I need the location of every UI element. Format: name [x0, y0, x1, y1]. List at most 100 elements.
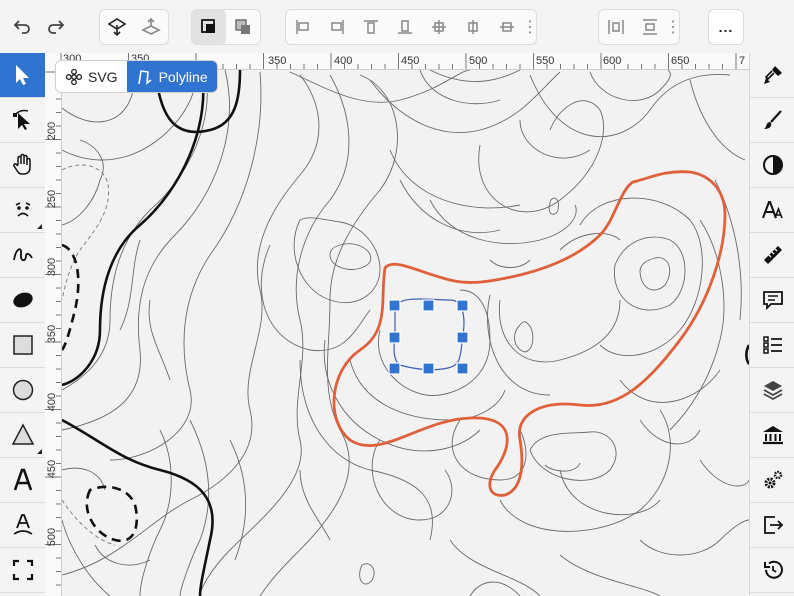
more-options-button[interactable]: ... — [708, 9, 744, 45]
export-button[interactable] — [750, 503, 794, 548]
align-center-button[interactable] — [422, 10, 456, 44]
ruler-tick-label: 400 — [334, 55, 353, 67]
stroke-tool-button[interactable] — [750, 98, 794, 143]
export-icon — [763, 516, 783, 534]
align-left-button[interactable] — [286, 10, 320, 44]
ruler-tick-label: 450 — [46, 459, 58, 479]
ruler-tick-label: 200 — [46, 121, 58, 141]
layers-button[interactable] — [750, 368, 794, 413]
ungroup-objects-button[interactable] — [226, 10, 260, 44]
selection-handle[interactable] — [388, 299, 401, 312]
selection-breadcrumb: SVG Polyline — [55, 60, 218, 93]
send-backward-button[interactable] — [134, 10, 168, 44]
bring-forward-button[interactable] — [100, 10, 134, 44]
selection-handle[interactable] — [456, 331, 469, 344]
fullscreen-icon — [12, 559, 33, 581]
vertical-ruler[interactable]: 200 250 300 350 400 450 500 — [45, 69, 62, 596]
objects-list-button[interactable] — [750, 323, 794, 368]
fill-tool-button[interactable] — [750, 53, 794, 98]
text-tool[interactable] — [0, 458, 45, 503]
selection-handle[interactable] — [422, 362, 435, 375]
align-more-icon[interactable]: ⋮ — [522, 10, 538, 44]
gears-icon — [764, 470, 782, 489]
ungroup-icon — [235, 19, 250, 34]
node-edit-tool[interactable] — [0, 98, 45, 143]
selection-handle[interactable] — [422, 299, 435, 312]
circle-tool[interactable] — [0, 368, 45, 413]
align-right-button[interactable] — [320, 10, 354, 44]
redo-button[interactable] — [39, 9, 73, 43]
history-button[interactable] — [750, 548, 794, 593]
top-toolbar: ⋮ ⋮ ... — [0, 0, 794, 54]
svg-breadcrumb-button[interactable]: SVG — [56, 61, 127, 92]
pan-tool[interactable] — [0, 143, 45, 188]
face-icon — [15, 202, 30, 217]
align-center-icon — [432, 20, 446, 34]
group-icon — [201, 19, 215, 33]
align-bottom-button[interactable] — [388, 10, 422, 44]
right-toolbar — [749, 53, 794, 596]
drawing-canvas[interactable] — [62, 70, 749, 596]
align-top-button[interactable] — [354, 10, 388, 44]
submenu-corner-icon — [37, 224, 42, 229]
brush-icon — [763, 110, 782, 129]
freehand-tool[interactable] — [0, 233, 45, 278]
thick-contours — [62, 70, 242, 596]
align-right-icon — [331, 20, 344, 34]
selection-handle[interactable] — [388, 362, 401, 375]
settings-button[interactable] — [750, 458, 794, 503]
left-toolbar — [0, 53, 46, 596]
history-group — [5, 9, 73, 43]
group-objects-button[interactable] — [192, 10, 226, 44]
font-icon — [761, 201, 783, 219]
undo-button[interactable] — [5, 9, 39, 43]
node-arrow-icon — [12, 109, 30, 130]
polyline-icon — [137, 69, 152, 85]
align-horizontal-center-button[interactable] — [456, 10, 490, 44]
distribute-more-icon[interactable]: ⋮ — [665, 10, 681, 44]
fit-view-tool[interactable] — [0, 548, 45, 593]
svg-breadcrumb-label: SVG — [88, 68, 118, 85]
thin-contours — [62, 70, 749, 596]
contrast-button[interactable] — [750, 143, 794, 188]
select-tool[interactable] — [0, 53, 45, 98]
align-bottom-icon — [398, 20, 412, 34]
polygon-tool[interactable] — [0, 413, 45, 458]
ruler-tick-label: 250 — [46, 189, 58, 209]
comments-button[interactable] — [750, 278, 794, 323]
ellipse-icon — [12, 292, 33, 308]
selection-handle[interactable] — [456, 299, 469, 312]
ruler-tick-label: 500 — [46, 527, 58, 547]
redo-icon — [48, 20, 65, 34]
align-left-icon — [296, 20, 309, 34]
pointer-arrow-icon — [15, 65, 29, 85]
selection-handle[interactable] — [388, 331, 401, 344]
typography-button[interactable] — [750, 188, 794, 233]
ruler-tick-label: 7 — [739, 55, 746, 67]
measure-button[interactable] — [750, 233, 794, 278]
thick-dashed-contours — [62, 243, 139, 543]
triangle-icon — [11, 423, 34, 445]
face-shape-tool[interactable] — [0, 188, 45, 233]
distribute-horizontal-button[interactable] — [599, 10, 633, 44]
ruler-tick-label: 500 — [469, 55, 488, 67]
symbols-button[interactable] — [750, 413, 794, 458]
circle-icon — [12, 379, 33, 401]
hand-icon — [12, 153, 31, 175]
ruler-tick-label: 350 — [268, 55, 287, 67]
ruler-tick-label: 650 — [671, 55, 690, 67]
text-path-tool[interactable] — [0, 503, 45, 548]
paint-brush-icon — [763, 66, 782, 84]
distribute-vertical-button[interactable] — [633, 10, 667, 44]
rectangle-tool[interactable] — [0, 323, 45, 368]
polyline-breadcrumb-button[interactable]: Polyline — [126, 61, 217, 92]
ruler-tick-label: 450 — [401, 55, 420, 67]
ellipse-fill-tool[interactable] — [0, 278, 45, 323]
align-vertical-center-button[interactable] — [490, 10, 524, 44]
polyline-breadcrumb-label: Polyline — [158, 68, 208, 85]
ruler-tick-label: 400 — [46, 392, 58, 412]
ruler-tick-label: 600 — [603, 55, 622, 67]
list-icon — [762, 336, 782, 354]
boolean-group — [191, 9, 261, 45]
selection-handle[interactable] — [456, 362, 469, 375]
